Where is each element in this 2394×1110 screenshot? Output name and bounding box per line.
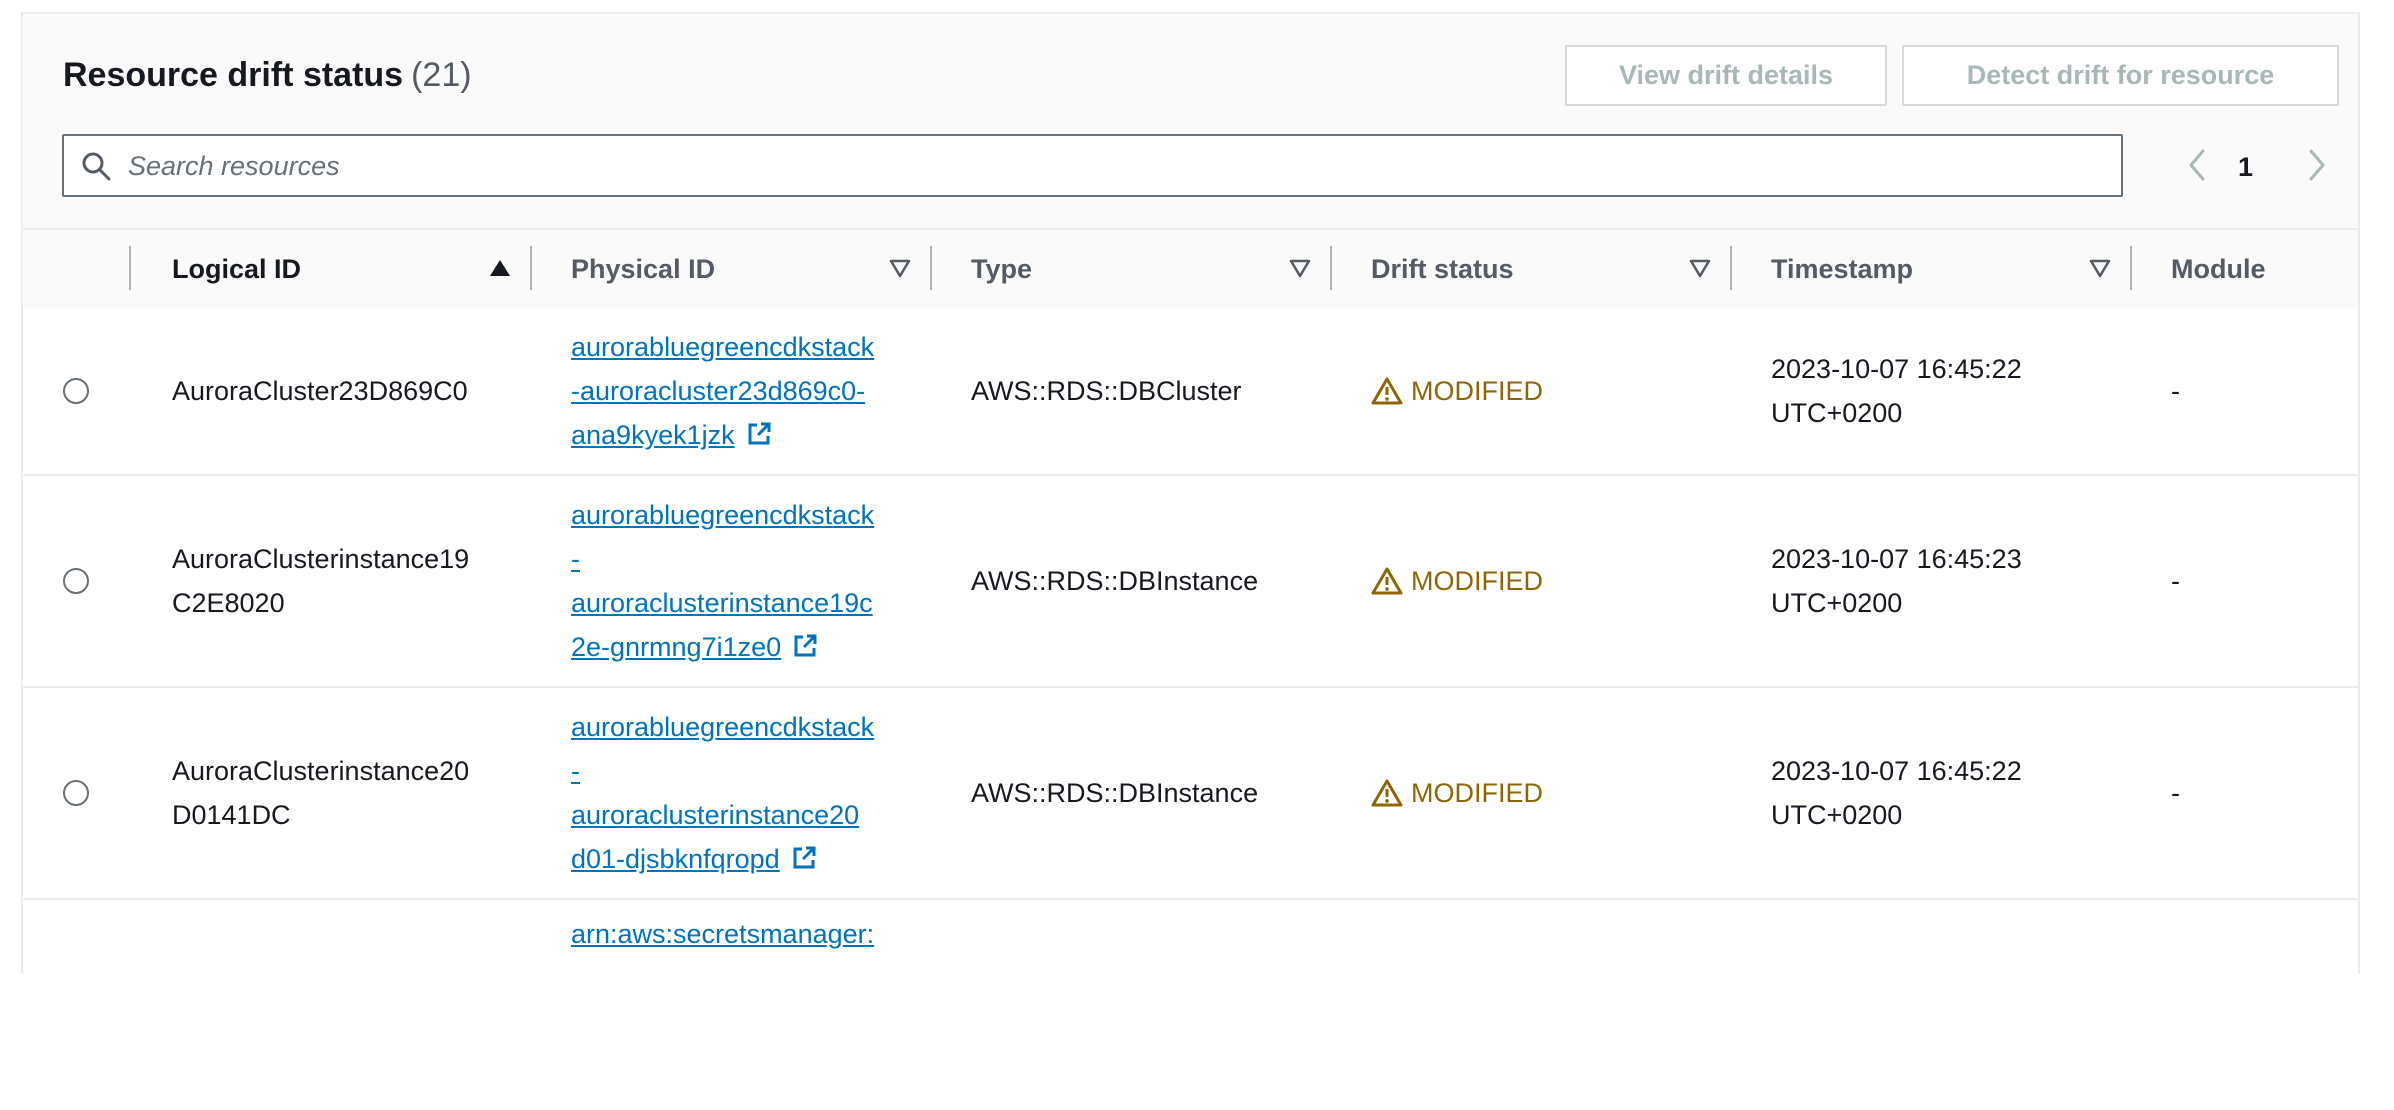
logical-id-line: C2E8020 <box>172 588 285 618</box>
row-select-radio[interactable] <box>63 378 89 404</box>
logical-id-line: AuroraCluster23D869C0 <box>172 376 468 406</box>
physical-id-link[interactable]: - <box>571 749 874 793</box>
column-separator <box>1330 246 1332 290</box>
column-label: Type <box>971 253 1033 284</box>
physical-id-cell: aurorabluegreencdkstack -auroracluster23… <box>571 308 911 474</box>
drift-status-label: MODIFIED <box>1411 566 1543 596</box>
timestamp-line: UTC+0200 <box>1771 588 1903 618</box>
external-link-icon[interactable] <box>790 844 818 872</box>
logical-id-cell: AuroraClusterinstance20 D0141DC <box>172 688 469 898</box>
column-header-drift-status[interactable]: Drift status <box>1371 230 1514 308</box>
table-header: Logical ID Physical ID Type Drift status… <box>23 228 2358 310</box>
physical-id-link[interactable]: - <box>571 537 874 581</box>
warning-icon <box>1371 567 1403 595</box>
column-header-module[interactable]: Module <box>2171 230 2266 308</box>
column-separator <box>1730 246 1732 290</box>
chevron-right-icon[interactable] <box>2301 147 2331 183</box>
physical-id-link[interactable]: aurorabluegreencdkstack <box>571 493 874 537</box>
timestamp-line: 2023-10-07 16:45:22 <box>1771 354 2022 384</box>
type-cell: AWS::RDS::DBCluster <box>971 376 1242 406</box>
physical-id-link[interactable]: auroraclusterinstance20 <box>571 793 874 837</box>
panel-title: Resource drift status (21) <box>63 58 472 92</box>
current-page-number[interactable]: 1 <box>2238 152 2253 183</box>
column-header-physical-id[interactable]: Physical ID <box>571 230 715 308</box>
resource-drift-panel: Resource drift status (21) View drift det… <box>21 12 2360 1110</box>
panel-title-text: Resource drift status <box>63 56 404 94</box>
table-body: AuroraCluster23D869C0 aurorabluegreencdk… <box>23 308 2358 1110</box>
search-icon <box>82 152 111 181</box>
chevron-left-icon[interactable] <box>2183 147 2213 183</box>
module-cell: - <box>2171 566 2180 596</box>
column-label: Physical ID <box>571 253 716 284</box>
logical-id-line: AuroraClusterinstance20 <box>172 756 470 786</box>
external-link-icon[interactable] <box>745 420 773 448</box>
drift-status-cell: MODIFIED <box>1371 688 1543 898</box>
logical-id-cell: AuroraClusterinstance19 C2E8020 <box>172 476 469 686</box>
search-input[interactable] <box>126 136 2110 197</box>
warning-icon <box>1371 377 1403 405</box>
sort-caret-icon[interactable] <box>1689 257 1711 279</box>
column-header-type[interactable]: Type <box>971 230 1032 308</box>
panel-header: Resource drift status (21) View drift det… <box>23 14 2358 228</box>
detect-drift-button[interactable]: Detect drift for resource <box>1902 45 2339 106</box>
column-header-logical-id[interactable]: Logical ID <box>172 230 301 308</box>
drift-status-cell: MODIFIED <box>1371 476 1543 686</box>
physical-id-link[interactable]: auroraclusterinstance19c <box>571 581 874 625</box>
timestamp-line: UTC+0200 <box>1771 800 1903 830</box>
physical-id-link[interactable]: arn:aws:secretsmanager: <box>571 912 874 956</box>
column-separator <box>129 246 131 290</box>
column-label: Module <box>2171 253 2266 284</box>
column-label: Logical ID <box>172 253 302 284</box>
external-link-icon[interactable] <box>791 632 819 660</box>
row-select-radio[interactable] <box>63 780 89 806</box>
module-cell: - <box>2171 376 2180 406</box>
drift-status-label: MODIFIED <box>1411 778 1543 808</box>
physical-id-link[interactable]: ana9kyek1jzk <box>571 420 735 450</box>
column-separator <box>530 246 532 290</box>
drift-status-label: MODIFIED <box>1411 376 1543 406</box>
physical-id-link[interactable]: -auroracluster23d869c0- <box>571 369 874 413</box>
view-drift-details-button[interactable]: View drift details <box>1565 45 1887 106</box>
table-row[interactable]: AuroraCluster23D869C0 aurorabluegreencdk… <box>23 308 2358 476</box>
physical-id-cell: arn:aws:secretsmanager: <box>571 912 911 956</box>
timestamp-line: UTC+0200 <box>1771 398 1903 428</box>
resource-count: (21) <box>411 56 472 94</box>
column-separator <box>930 246 932 290</box>
logical-id-line: D0141DC <box>172 800 291 830</box>
row-select-radio[interactable] <box>63 568 89 594</box>
physical-id-link[interactable]: 2e-gnrmng7i1ze0 <box>571 632 781 662</box>
module-cell: - <box>2171 778 2180 808</box>
sort-caret-icon[interactable] <box>2089 257 2111 279</box>
column-header-timestamp[interactable]: Timestamp <box>1771 230 1913 308</box>
physical-id-link[interactable]: aurorabluegreencdkstack <box>571 705 874 749</box>
column-label: Drift status <box>1371 253 1514 284</box>
column-label: Timestamp <box>1771 253 1914 284</box>
physical-id-link[interactable]: aurorabluegreencdkstack <box>571 325 874 369</box>
timestamp-line: 2023-10-07 16:45:23 <box>1771 544 2022 574</box>
warning-icon <box>1371 779 1403 807</box>
type-cell: AWS::RDS::DBInstance <box>971 778 1259 808</box>
search-box <box>62 134 2123 197</box>
type-cell: AWS::RDS::DBInstance <box>971 566 1259 596</box>
table-row[interactable]: AuroraClusterinstance20 D0141DC aurorablu… <box>23 688 2358 900</box>
physical-id-cell: aurorabluegreencdkstack - auroraclusteri… <box>571 688 911 898</box>
timestamp-cell: 2023-10-07 16:45:22 UTC+0200 <box>1771 688 2022 898</box>
physical-id-cell: aurorabluegreencdkstack - auroraclusteri… <box>571 476 911 686</box>
timestamp-cell: 2023-10-07 16:45:23 UTC+0200 <box>1771 476 2022 686</box>
table-row[interactable]: arn:aws:secretsmanager: <box>23 900 2358 1110</box>
sort-caret-icon[interactable] <box>1289 257 1311 279</box>
column-separator <box>2130 246 2132 290</box>
physical-id-link[interactable]: d01-djsbknfqropd <box>571 844 780 874</box>
sort-caret-icon[interactable] <box>889 257 911 279</box>
logical-id-line: AuroraClusterinstance19 <box>172 544 470 574</box>
sort-ascending-icon[interactable] <box>489 257 511 279</box>
drift-status-cell: MODIFIED <box>1371 308 1543 474</box>
timestamp-line: 2023-10-07 16:45:22 <box>1771 756 2022 786</box>
table-row[interactable]: AuroraClusterinstance19 C2E8020 aurorablu… <box>23 476 2358 688</box>
logical-id-cell: AuroraCluster23D869C0 <box>172 308 468 474</box>
timestamp-cell: 2023-10-07 16:45:22 UTC+0200 <box>1771 308 2022 474</box>
